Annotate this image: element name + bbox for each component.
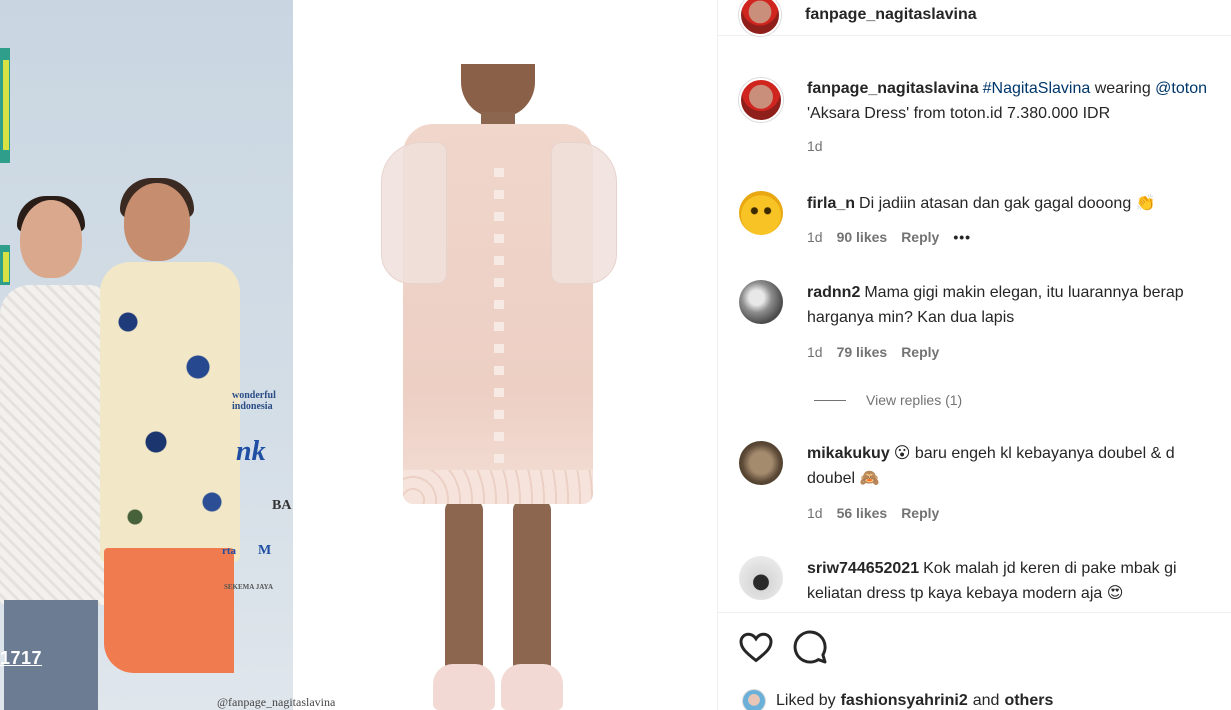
comment-text: radnn2 Mama gigi makin elegan, itu luaran… — [807, 280, 1231, 330]
comment-time: 1d — [807, 229, 823, 245]
comment-body-line2: keliatan dress tp kaya kebaya modern aja… — [807, 585, 1124, 602]
event-photo: wonderful indonesia nk BA rta M SEKEMA J… — [0, 0, 293, 710]
post-header: fanpage_nagitaslavina — [718, 0, 1231, 36]
avatar[interactable] — [739, 191, 783, 235]
caption-word: wearing — [1090, 80, 1156, 97]
model-shoe — [501, 664, 563, 710]
sponsor-logo-text: wonderful indonesia — [232, 390, 276, 412]
photo-watermark: @fanpage_nagitaslavina — [217, 695, 336, 709]
backdrop-stripe — [3, 60, 9, 150]
avatar[interactable] — [742, 689, 766, 710]
product-photo — [293, 0, 717, 710]
comment-username[interactable]: mikakukuy — [807, 445, 890, 462]
post-media[interactable]: wonderful indonesia nk BA rta M SEKEMA J… — [0, 0, 717, 710]
avatar[interactable] — [739, 280, 783, 324]
avatar[interactable] — [739, 0, 781, 36]
caption-mention[interactable]: @toton — [1155, 80, 1207, 97]
dress-scalloped-hem — [403, 470, 593, 504]
sponsor-logo-text: nk — [236, 436, 266, 467]
comment-body: Kok malah jd keren di pake mbak gi — [923, 560, 1177, 577]
comment-likes[interactable]: 90 likes — [837, 229, 888, 245]
reply-button[interactable]: Reply — [901, 229, 939, 245]
person-batik-outer — [100, 262, 240, 562]
caption-meta: 1d — [807, 138, 837, 154]
model-leg — [445, 500, 483, 680]
sponsor-logo-text: BA — [272, 498, 292, 513]
view-replies-button[interactable]: View replies (1) — [814, 392, 962, 408]
model-shoe — [433, 664, 495, 710]
heart-icon[interactable] — [738, 629, 774, 665]
post-sidebar: fanpage_nagitaslavina fanpage_nagitaslav… — [717, 0, 1231, 710]
photo-tag: 1717 — [0, 648, 43, 668]
avatar[interactable] — [739, 441, 783, 485]
comment-meta: 1d 90 likes Reply ••• — [807, 229, 985, 245]
liked-by-others[interactable]: others — [1004, 692, 1053, 710]
backdrop-stripe — [3, 252, 9, 282]
person-orange-skirt — [104, 548, 234, 673]
caption-time: 1d — [807, 138, 823, 154]
comment-meta: 1d 79 likes Reply — [807, 344, 953, 360]
sponsor-logo-text: SEKEMA JAYA — [224, 583, 274, 591]
avatar[interactable] — [739, 78, 783, 122]
header-username[interactable]: fanpage_nagitaslavina — [805, 6, 977, 24]
comment-likes[interactable]: 56 likes — [837, 505, 888, 521]
dress-organza-sleeve — [381, 142, 447, 284]
dress-organza-sleeve — [551, 142, 617, 284]
comment-username[interactable]: sriw744652021 — [807, 560, 919, 577]
comment-body: 😮 baru engeh kl kebayanya doubel & d — [893, 445, 1175, 462]
comment-time: 1d — [807, 344, 823, 360]
comment-body: Mama gigi makin elegan, itu luarannya be… — [864, 284, 1184, 301]
view-replies-label: View replies (1) — [866, 392, 963, 408]
caption-line2: 'Aksara Dress' from toton.id 7.380.000 I… — [807, 105, 1111, 122]
model-face — [461, 64, 535, 118]
sponsor-logo-text: M — [258, 543, 272, 558]
comment-body-line2: doubel 🙈 — [807, 470, 880, 487]
comment-icon[interactable] — [792, 629, 828, 665]
caption-hashtag[interactable]: #NagitaSlavina — [983, 80, 1091, 97]
reply-button[interactable]: Reply — [901, 344, 939, 360]
comment-text: mikakukuy 😮 baru engeh kl kebayanya doube… — [807, 441, 1231, 491]
comment-username[interactable]: radnn2 — [807, 284, 860, 301]
comment-meta: 1d 56 likes Reply — [807, 505, 953, 521]
caption-text: fanpage_nagitaslavina #NagitaSlavina wear… — [807, 76, 1231, 126]
person-face — [124, 183, 190, 261]
liked-by: Liked by fashionsyahrini2 and others — [742, 689, 1058, 710]
comment-body-line2: harganya min? Kan dua lapis — [807, 309, 1015, 326]
liked-by-prefix: Liked by — [776, 692, 836, 709]
caption-username[interactable]: fanpage_nagitaslavina — [807, 80, 979, 97]
comment-time: 1d — [807, 505, 823, 521]
person-face — [20, 200, 82, 278]
model-leg — [513, 500, 551, 680]
replies-divider — [814, 399, 846, 401]
dress-buttons — [494, 168, 504, 468]
comment-username[interactable]: firla_n — [807, 195, 855, 212]
liked-by-middle: and — [972, 692, 1000, 709]
comments-list[interactable]: fanpage_nagitaslavina #NagitaSlavina wear… — [718, 60, 1231, 612]
sponsor-logo-text: rta — [222, 545, 237, 557]
comment-text: firla_n Di jadiin atasan dan gak gagal do… — [807, 191, 1231, 216]
comment-likes[interactable]: 79 likes — [837, 344, 888, 360]
avatar[interactable] — [739, 556, 783, 600]
liked-by-user[interactable]: fashionsyahrini2 — [841, 692, 968, 710]
more-options-icon[interactable]: ••• — [953, 229, 971, 245]
comment-text: sriw744652021 Kok malah jd keren di pake … — [807, 556, 1231, 606]
reply-button[interactable]: Reply — [901, 505, 939, 521]
comment-body: Di jadiin atasan dan gak gagal dooong 👏 — [859, 195, 1156, 212]
post-actions: Liked by fashionsyahrini2 and others — [718, 612, 1231, 710]
